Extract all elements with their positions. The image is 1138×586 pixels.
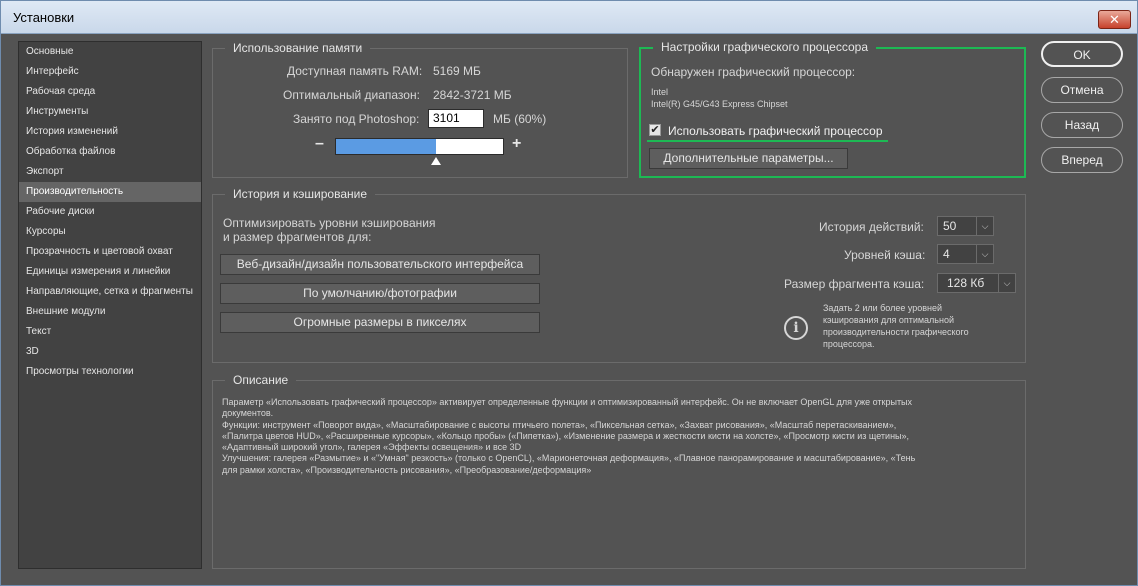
used-memory-unit: МБ (60%) [493, 112, 547, 126]
gpu-vendor: Intel [651, 87, 669, 97]
sidebar-item[interactable]: Производительность [19, 182, 201, 202]
used-memory-input[interactable]: 3101 [428, 109, 484, 128]
sidebar-item[interactable]: Обработка файлов [19, 142, 201, 162]
preferences-window: Установки ✕ Основные Интерфейс Рабочая сре… [0, 0, 1138, 586]
sidebar-item[interactable]: Единицы измерения и линейки [19, 262, 201, 282]
cache-levels-label: Уровней кэша: [844, 248, 926, 262]
forward-button[interactable]: Вперед [1041, 147, 1123, 173]
sidebar-item[interactable]: Основные [19, 42, 201, 62]
chevron-down-icon: ⌵ [976, 245, 993, 263]
history-states-value: 50 [943, 219, 957, 233]
cache-levels-value: 4 [943, 247, 950, 261]
sidebar-item[interactable]: Прозрачность и цветовой охват [19, 242, 201, 262]
cache-tile-size-label: Размер фрагмента кэша: [784, 277, 925, 291]
sidebar-item[interactable]: Интерфейс [19, 62, 201, 82]
sidebar-item[interactable]: Курсоры [19, 222, 201, 242]
sidebar-item[interactable]: Направляющие, сетка и фрагменты [19, 282, 201, 302]
sidebar: Основные Интерфейс Рабочая среда Инструмент… [18, 41, 202, 569]
huge-pixel-dimensions-button[interactable]: Огромные размеры в пикселях [220, 312, 540, 333]
use-gpu-checkbox[interactable]: ✔ [649, 124, 661, 136]
memory-usage-legend: Использование памяти [225, 41, 371, 55]
cache-tile-size-select[interactable]: 128 Кб ⌵ [937, 273, 1016, 293]
gpu-detected-label: Обнаружен графический процессор: [651, 65, 856, 79]
optimal-range-label: Оптимальный диапазон: [283, 88, 420, 102]
optimize-cache-text-line2: и размер фрагментов для: [223, 230, 372, 244]
used-by-photoshop-label: Занято под Photoshop: [293, 112, 420, 126]
sidebar-item[interactable]: Просмотры технологии [19, 362, 201, 382]
history-states-label: История действий: [819, 220, 924, 234]
sidebar-item[interactable]: История изменений [19, 122, 201, 142]
available-ram-label: Доступная память RAM: [287, 64, 423, 78]
sidebar-item[interactable]: Экспорт [19, 162, 201, 182]
title-bar[interactable]: Установки ✕ [1, 1, 1137, 34]
history-caching-legend: История и кэширование [225, 187, 376, 201]
cache-info-line3: производительности графического [823, 327, 969, 337]
chevron-down-icon: ⌵ [976, 217, 993, 235]
chevron-down-icon: ⌵ [998, 274, 1015, 292]
sidebar-item[interactable]: Рабочая среда [19, 82, 201, 102]
cache-info-line4: процессора. [823, 339, 875, 349]
cache-tile-size-value: 128 Кб [947, 276, 985, 290]
cache-info-line2: кэширования для оптимальной [823, 315, 954, 325]
ok-button[interactable]: OK [1041, 41, 1123, 67]
description-legend: Описание [225, 373, 297, 387]
memory-slider-fill [336, 139, 437, 154]
gpu-settings-legend: Настройки графического процессора [653, 40, 876, 54]
available-ram-value: 5169 МБ [433, 64, 481, 78]
back-button[interactable]: Назад [1041, 112, 1123, 138]
memory-slider-thumb[interactable] [431, 157, 442, 165]
optimal-range-value: 2842-3721 МБ [433, 88, 512, 102]
default-photos-button[interactable]: По умолчанию/фотографии [220, 283, 540, 304]
description-text: Параметр «Использовать графический проце… [222, 397, 916, 475]
advanced-settings-button[interactable]: Дополнительные параметры... [649, 148, 848, 169]
gpu-highlight-underline [647, 140, 888, 142]
sidebar-item[interactable]: Инструменты [19, 102, 201, 122]
optimize-cache-text-line1: Оптимизировать уровни кэширования [223, 216, 436, 230]
gpu-model: Intel(R) G45/G43 Express Chipset [651, 99, 788, 109]
minus-icon[interactable]: – [315, 135, 324, 153]
plus-icon[interactable]: + [512, 135, 521, 153]
sidebar-item[interactable]: 3D [19, 342, 201, 362]
sidebar-item[interactable]: Текст [19, 322, 201, 342]
use-gpu-label[interactable]: Использовать графический процессор [668, 124, 883, 138]
sidebar-item[interactable]: Внешние модули [19, 302, 201, 322]
cache-info-line1: Задать 2 или более уровней [823, 303, 943, 313]
close-button[interactable]: ✕ [1098, 10, 1131, 29]
info-icon: i [784, 316, 808, 340]
sidebar-item[interactable]: Рабочие диски [19, 202, 201, 222]
window-title: Установки [13, 10, 75, 25]
cancel-button[interactable]: Отмена [1041, 77, 1123, 103]
web-ui-design-button[interactable]: Веб-дизайн/дизайн пользовательского инте… [220, 254, 540, 275]
memory-slider[interactable] [335, 138, 504, 155]
cache-levels-select[interactable]: 4 ⌵ [937, 244, 994, 264]
history-states-select[interactable]: 50 ⌵ [937, 216, 994, 236]
